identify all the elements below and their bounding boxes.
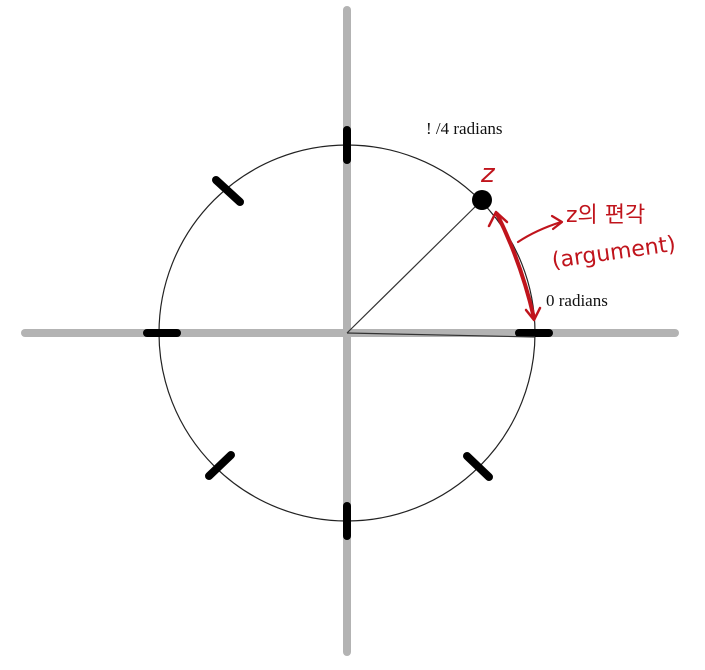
annotation-pointer-arrow [516, 214, 564, 244]
label-pi-over-4-radians: ! /4 radians [426, 119, 502, 138]
handwritten-z-label: z [480, 159, 496, 189]
tick-3pi-over-4 [212, 176, 244, 206]
annotation-korean-text: z의 편각 [566, 203, 645, 228]
tick-5pi-over-4 [205, 451, 235, 480]
ray-to-z [346, 199, 483, 334]
annotation-argument-text: (argument) [550, 232, 677, 274]
label-zero-radians: 0 radians [546, 291, 608, 310]
unit-circle-diagram: ! /4 radians 0 radians z z의 편각 (argument… [0, 0, 705, 670]
point-z [472, 190, 492, 210]
argument-arc-arrow [495, 212, 536, 320]
